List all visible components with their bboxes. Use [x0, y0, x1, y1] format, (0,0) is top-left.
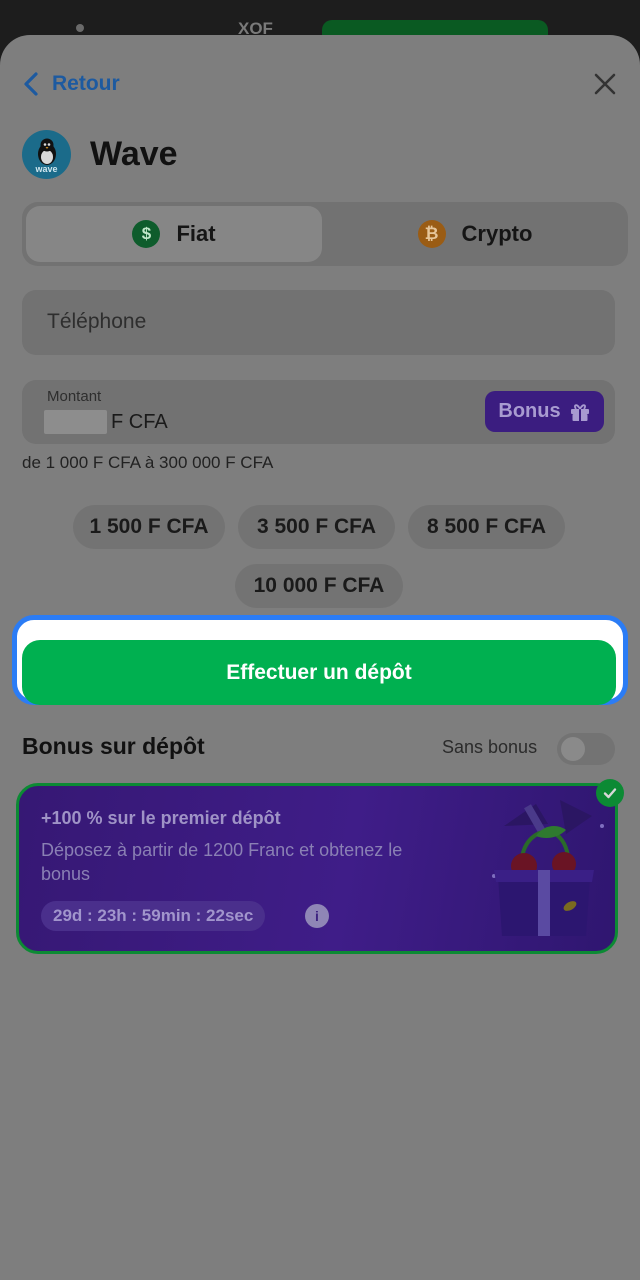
gift-icon [570, 403, 589, 421]
tab-crypto[interactable]: ₿ Crypto [326, 206, 624, 262]
preset-amount-8500[interactable]: 8 500 F CFA [408, 505, 565, 549]
amount-range-hint: de 1 000 F CFA à 300 000 F CFA [22, 453, 274, 472]
amount-value-redacted [44, 410, 107, 434]
tab-fiat-label: Fiat [176, 221, 216, 246]
offer-title: +100 % sur le premier dépôt [41, 808, 281, 828]
dollar-icon: $ [132, 220, 161, 248]
amount-label: Montant [47, 388, 102, 405]
preset-amount-1500[interactable]: 1 500 F CFA [73, 505, 225, 549]
amount-field[interactable]: Montant F CFA Bonus [22, 380, 615, 444]
background-dot [76, 24, 84, 32]
offer-countdown: 29d : 23h : 59min : 22sec [41, 901, 266, 931]
payment-method-header: wave Wave [22, 130, 178, 179]
bitcoin-icon: ₿ [417, 220, 446, 248]
close-icon[interactable] [592, 71, 618, 97]
preset-amount-3500[interactable]: 3 500 F CFA [238, 505, 395, 549]
chevron-left-icon [24, 72, 38, 96]
bonus-offer-card[interactable]: +100 % sur le premier dépôt Déposez à pa… [16, 783, 618, 954]
no-bonus-label: Sans bonus [442, 737, 538, 757]
bonus-section-title: Bonus sur dépôt [22, 733, 205, 759]
preset-amount-10000[interactable]: 10 000 F CFA [235, 564, 403, 608]
back-label: Retour [52, 72, 120, 95]
tab-fiat[interactable]: $ Fiat [26, 206, 322, 262]
offer-description: Déposez à partir de 1200 Franc et obtene… [41, 840, 403, 884]
bonus-button-label: Bonus [498, 400, 561, 422]
logo-text: wave [35, 164, 58, 174]
toggle-knob [561, 737, 585, 761]
payment-method-name: Wave [90, 135, 178, 173]
gift-box-illustration [492, 800, 604, 936]
info-icon[interactable]: i [305, 904, 329, 928]
wave-logo: wave [22, 130, 71, 179]
selected-check-icon [596, 779, 624, 807]
phone-input[interactable]: Téléphone [22, 290, 615, 355]
deposit-sheet: Retour wave Wave $ Fiat ₿ Crypto Télépho… [0, 35, 640, 1280]
back-button[interactable]: Retour [22, 71, 120, 97]
no-bonus-toggle[interactable] [557, 733, 615, 765]
phone-placeholder: Téléphone [47, 310, 147, 333]
currency-type-switch: $ Fiat ₿ Crypto [22, 202, 628, 266]
amount-currency: F CFA [111, 411, 168, 433]
deposit-button[interactable]: Effectuer un dépôt [22, 640, 616, 705]
tab-crypto-label: Crypto [461, 221, 533, 246]
bonus-button[interactable]: Bonus [485, 391, 604, 432]
background-status-bar: XOF [0, 0, 640, 48]
